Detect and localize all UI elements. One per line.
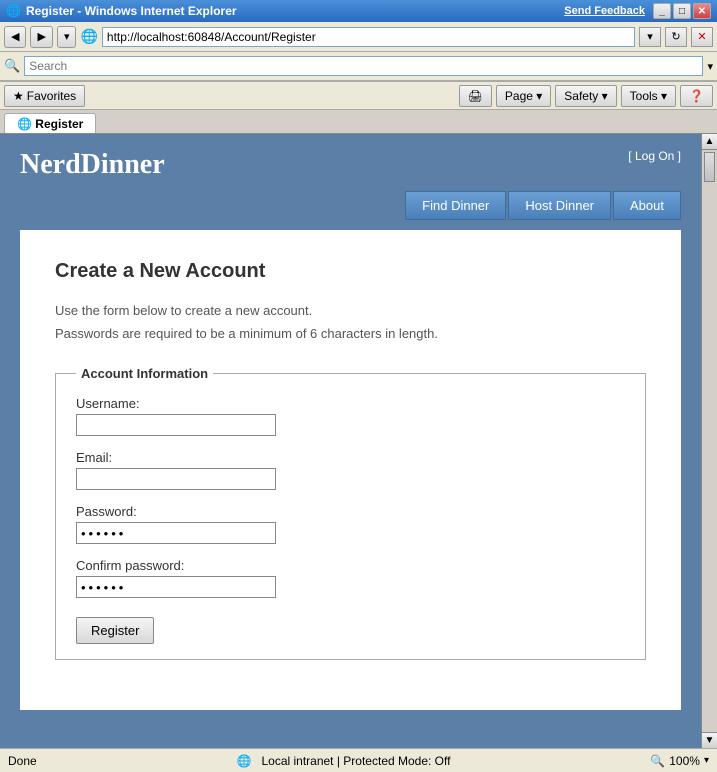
page-header: NerdDinner [ Log On ] <box>0 134 701 191</box>
window-title: Register - Windows Internet Explorer <box>26 4 237 18</box>
about-button[interactable]: About <box>613 191 681 220</box>
star-icon: ★ <box>13 89 24 103</box>
print-icon-btn[interactable]: 🖨 <box>459 85 492 107</box>
forward-button[interactable]: ▶ <box>30 26 52 48</box>
status-globe-icon: 🌐 <box>237 754 252 768</box>
confirm-password-input[interactable] <box>76 576 276 598</box>
browser-icon: 🌐 <box>6 4 21 18</box>
email-label: Email: <box>76 450 625 465</box>
form-desc2: Passwords are required to be a minimum o… <box>55 326 646 341</box>
fieldset-legend: Account Information <box>76 366 213 381</box>
ie-icon: 🌐 <box>80 28 97 45</box>
form-title: Create a New Account <box>55 260 646 283</box>
go-button[interactable]: ▾ <box>639 27 661 47</box>
help-button[interactable]: ❓ <box>680 85 713 107</box>
register-button[interactable]: Register <box>76 617 154 644</box>
zoom-dropdown[interactable]: ▾ <box>704 755 709 766</box>
scrollbar[interactable]: ▲ ▼ <box>701 134 717 748</box>
status-bar: Done 🌐 Local intranet | Protected Mode: … <box>0 748 717 772</box>
dropdown-button[interactable]: ▾ <box>57 26 77 48</box>
search-bar: 🔍 ▾ <box>0 52 717 82</box>
form-desc1: Use the form below to create a new accou… <box>55 303 646 318</box>
search-input[interactable] <box>24 56 703 76</box>
maximize-button[interactable]: □ <box>673 3 691 19</box>
stop-button[interactable]: ✕ <box>691 27 713 47</box>
page-menu[interactable]: Page ▾ <box>496 85 551 107</box>
tab-bar: 🌐 Register <box>0 110 717 134</box>
search-dropdown-icon[interactable]: ▾ <box>707 60 713 73</box>
username-input[interactable] <box>76 414 276 436</box>
email-row: Email: <box>76 450 625 490</box>
confirm-label: Confirm password: <box>76 558 625 573</box>
address-bar: ◀ ▶ ▾ 🌐 ▾ ↻ ✕ <box>0 22 717 52</box>
username-label: Username: <box>76 396 625 411</box>
send-feedback-link[interactable]: Send Feedback <box>564 5 645 17</box>
password-input[interactable] <box>76 522 276 544</box>
safety-menu[interactable]: Safety ▾ <box>555 85 616 107</box>
site-title: NerdDinner <box>20 149 165 181</box>
close-button[interactable]: ✕ <box>693 3 711 19</box>
username-row: Username: <box>76 396 625 436</box>
back-button[interactable]: ◀ <box>4 26 26 48</box>
content-area: Create a New Account Use the form below … <box>20 230 681 710</box>
password-row: Password: <box>76 504 625 544</box>
email-input[interactable] <box>76 468 276 490</box>
tab-register[interactable]: 🌐 Register <box>4 113 96 133</box>
title-bar: 🌐 Register - Windows Internet Explorer S… <box>0 0 717 22</box>
search-icon: 🔍 <box>4 58 20 74</box>
browser-content: NerdDinner [ Log On ] Find Dinner Host D… <box>0 134 717 748</box>
password-label: Password: <box>76 504 625 519</box>
nav-bar: Find Dinner Host Dinner About <box>0 191 701 230</box>
minimize-button[interactable]: _ <box>653 3 671 19</box>
address-input[interactable] <box>102 27 635 47</box>
refresh-button[interactable]: ↻ <box>665 27 687 47</box>
confirm-password-row: Confirm password: <box>76 558 625 598</box>
log-on-link[interactable]: [ Log On ] <box>628 149 681 163</box>
zoom-icon: 🔍 <box>650 754 665 768</box>
tab-icon: 🌐 <box>17 117 32 131</box>
favorites-button[interactable]: ★ Favorites <box>4 85 85 107</box>
status-done: Done <box>8 754 37 768</box>
tools-menu[interactable]: Tools ▾ <box>621 85 676 107</box>
find-dinner-button[interactable]: Find Dinner <box>405 191 506 220</box>
host-dinner-button[interactable]: Host Dinner <box>508 191 611 220</box>
page-wrapper: NerdDinner [ Log On ] Find Dinner Host D… <box>0 134 701 748</box>
account-info-fieldset: Account Information Username: Email: Pas… <box>55 366 646 660</box>
toolbar: ★ Favorites 🖨 Page ▾ Safety ▾ Tools ▾ ❓ <box>0 82 717 110</box>
zoom-level: 100% <box>669 754 700 768</box>
status-middle: Local intranet | Protected Mode: Off <box>261 754 450 768</box>
